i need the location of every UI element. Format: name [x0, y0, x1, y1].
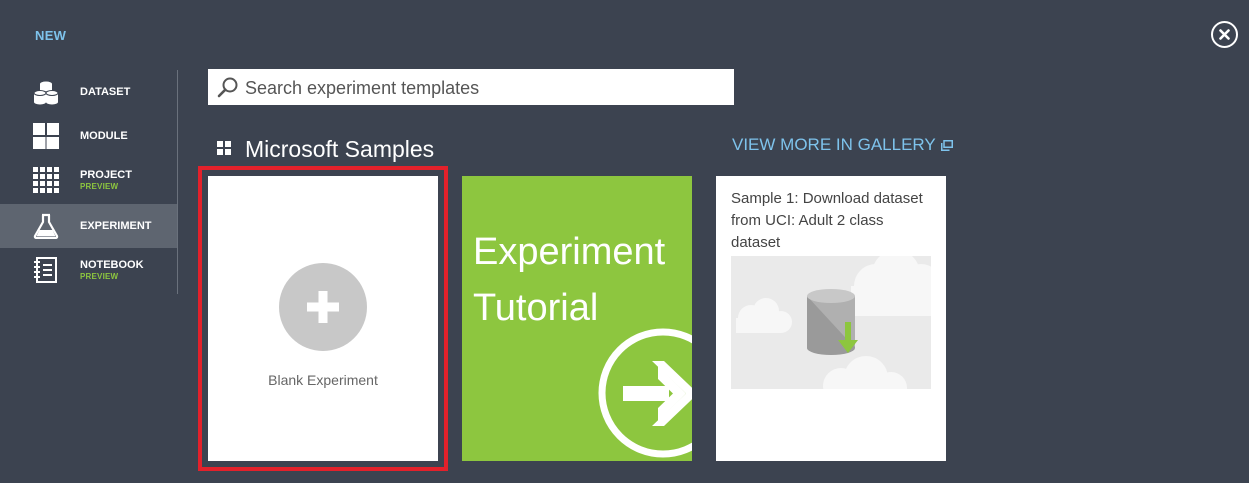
sample-thumbnail: [731, 256, 931, 389]
sidebar-item-module[interactable]: MODULE: [0, 114, 177, 158]
flask-icon: [33, 213, 59, 239]
view-more-gallery-link[interactable]: VIEW MORE IN GALLERY: [732, 135, 953, 155]
close-button[interactable]: [1211, 21, 1238, 48]
close-icon: [1219, 29, 1230, 40]
preview-badge: PREVIEW: [80, 181, 119, 191]
preview-badge: PREVIEW: [80, 271, 119, 281]
sidebar-item-notebook[interactable]: NOTEBOOK PREVIEW: [0, 248, 177, 292]
tutorial-title: Experiment Tutorial: [473, 231, 666, 329]
dataset-download-icon: [736, 256, 931, 389]
sidebar-divider: [177, 70, 178, 294]
new-panel-title: NEW: [35, 28, 67, 43]
project-grid-icon: [33, 167, 59, 193]
sidebar-item-label: MODULE: [80, 129, 128, 142]
section-title: Microsoft Samples: [245, 136, 435, 162]
windows-grid-icon: [217, 141, 231, 155]
gallery-link-label: VIEW MORE IN GALLERY: [732, 135, 936, 154]
sample-1-tile[interactable]: Sample 1: Download dataset from UCI: Adu…: [716, 176, 946, 461]
arrow-right-circle-icon: [598, 328, 692, 458]
sidebar-item-label: NOTEBOOK: [80, 258, 144, 271]
notebook-icon: [34, 257, 57, 283]
database-icon: [33, 81, 59, 105]
sidebar-item-label: EXPERIMENT: [80, 219, 152, 232]
search-box[interactable]: [208, 69, 734, 107]
experiment-tutorial-tile[interactable]: Experiment Tutorial: [462, 176, 692, 461]
sidebar-item-project[interactable]: PROJECT PREVIEW: [0, 158, 177, 202]
sidebar-item-label: PROJECT: [80, 168, 132, 181]
search-icon: [217, 77, 238, 98]
selection-highlight: [198, 166, 448, 471]
module-grid-icon: [33, 123, 59, 149]
external-window-icon: [940, 139, 953, 151]
search-input[interactable]: [243, 69, 727, 107]
sample-title: Sample 1: Download dataset from UCI: Adu…: [731, 190, 923, 251]
sidebar-item-label: DATASET: [80, 85, 131, 98]
sidebar-item-experiment[interactable]: EXPERIMENT: [0, 204, 177, 248]
sidebar-item-dataset[interactable]: DATASET: [0, 70, 177, 114]
